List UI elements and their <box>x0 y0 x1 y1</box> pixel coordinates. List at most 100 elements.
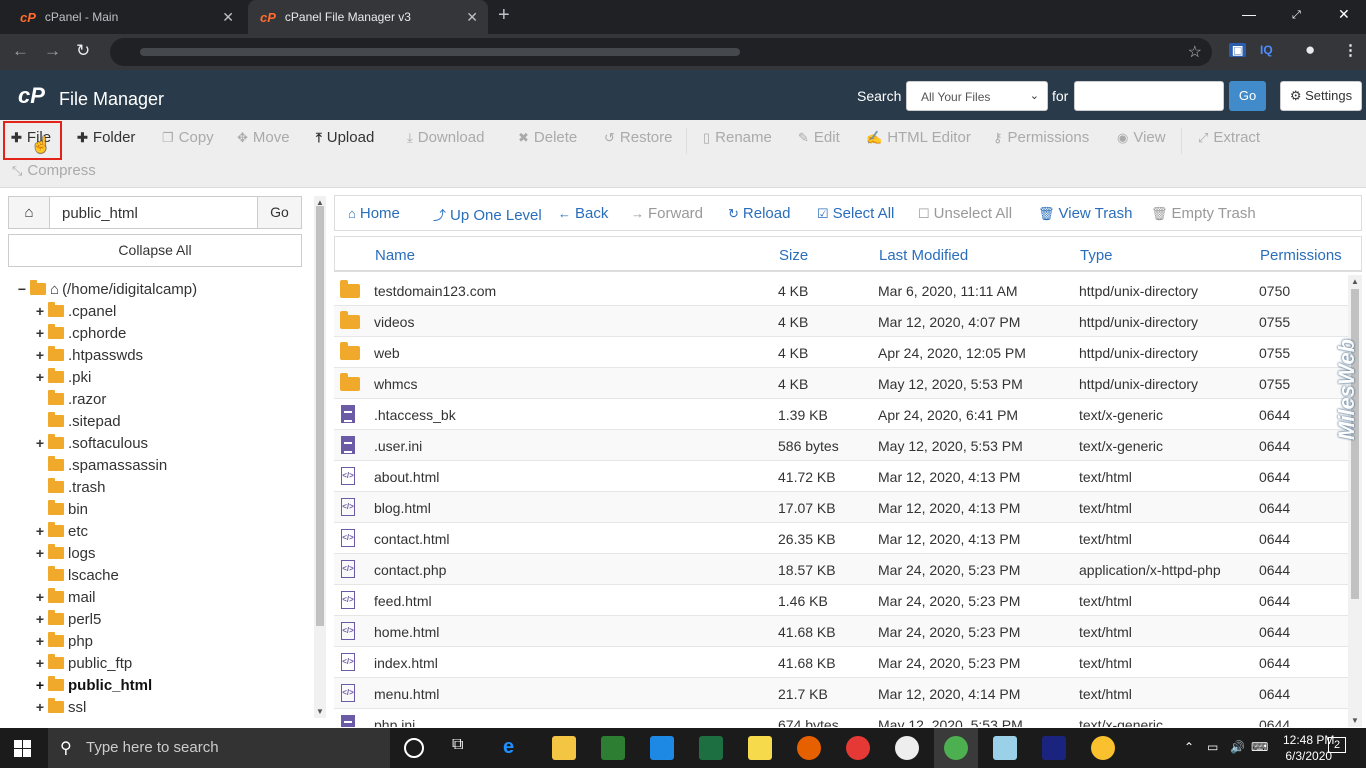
back-arrow-icon[interactable]: ← <box>12 41 29 61</box>
expand-icon[interactable]: + <box>34 435 46 451</box>
reload-icon[interactable]: ↻ <box>76 41 90 61</box>
tree-root[interactable]: − ⌂ (/home/idigitalcamp) <box>16 278 197 300</box>
path-go-button[interactable]: Go <box>257 196 302 229</box>
collapse-all-button[interactable]: Collapse All <box>8 234 302 267</box>
delete-button[interactable]: ✖ Delete <box>518 129 577 149</box>
select-all-button[interactable]: ☑ Select All <box>817 205 894 222</box>
store-icon[interactable] <box>601 736 625 760</box>
language-icon[interactable]: ⌨ <box>1251 740 1268 754</box>
taskbar-clock[interactable]: 12:48 PM 6/3/2020 <box>1283 732 1334 764</box>
tree-item[interactable]: + mail <box>34 586 96 608</box>
profile-icon[interactable]: ● <box>1305 40 1315 60</box>
notifications-icon[interactable]: 2 <box>1328 737 1347 753</box>
copy-button[interactable]: ❐ Copy <box>162 129 214 149</box>
expand-icon[interactable]: + <box>34 611 46 627</box>
rename-button[interactable]: ▯ Rename <box>703 129 772 149</box>
tree-item[interactable]: .sitepad <box>34 410 121 432</box>
tree-item[interactable]: .spamassassin <box>34 454 167 476</box>
expand-icon[interactable]: + <box>34 523 46 539</box>
expand-icon[interactable]: + <box>34 347 46 363</box>
column-type[interactable]: Type <box>1080 247 1113 264</box>
reload-button[interactable]: ↻ Reload <box>728 205 790 222</box>
empty-trash-button[interactable]: 🗑 Empty Trash <box>1151 205 1256 222</box>
extension-icon[interactable]: ▣ <box>1229 43 1247 57</box>
edit-button[interactable]: ✎ Edit <box>798 129 840 149</box>
download-button[interactable]: ⤓ Download <box>407 129 484 149</box>
expand-icon[interactable]: + <box>34 589 46 605</box>
expand-icon[interactable]: + <box>34 677 46 693</box>
forward-arrow-icon[interactable]: → <box>44 41 61 61</box>
tree-item[interactable]: + .pki <box>34 366 91 388</box>
chrome-icon[interactable] <box>1091 736 1115 760</box>
excel-icon[interactable] <box>699 736 723 760</box>
view-button[interactable]: ◉ View <box>1117 129 1166 149</box>
scroll-down-icon[interactable]: ▼ <box>316 707 324 716</box>
table-row[interactable]: testdomain123.com 4 KB Mar 6, 2020, 11:11 … <box>334 275 1348 306</box>
settings-button[interactable]: ⚙ Settings <box>1280 81 1362 111</box>
tree-item[interactable]: bin <box>34 498 88 520</box>
tree-scrollbar[interactable]: ▲ ▼ <box>314 196 326 718</box>
search-go-button[interactable]: Go <box>1229 81 1266 111</box>
tree-item[interactable]: + public_ftp <box>34 652 132 674</box>
address-bar[interactable]: ☆ <box>110 38 1212 66</box>
browser-tab-file-manager[interactable]: cP cPanel File Manager v3 ✕ <box>248 0 488 34</box>
tree-item[interactable]: + logs <box>34 542 96 564</box>
compress-button[interactable]: ⤡ Compress <box>12 162 96 182</box>
remote-icon[interactable] <box>1042 736 1066 760</box>
column-size[interactable]: Size <box>779 247 808 264</box>
browser-menu-icon[interactable]: ⋮ <box>1343 41 1358 59</box>
window-close-icon[interactable]: ✕ <box>1338 6 1350 23</box>
windows-start-icon[interactable] <box>14 740 31 757</box>
expand-icon[interactable]: + <box>34 545 46 561</box>
restore-icon[interactable]: ⤢ <box>1292 9 1301 22</box>
mail-icon[interactable] <box>650 736 674 760</box>
minimize-icon[interactable]: — <box>1242 6 1256 22</box>
taskbar-search-box[interactable]: ⚲ Type here to search <box>48 728 390 768</box>
unselect-all-button[interactable]: ☐ Unselect All <box>918 205 1012 222</box>
table-row[interactable]: .htaccess_bk 1.39 KB Apr 24, 2020, 6:41 PM… <box>334 399 1348 430</box>
table-row[interactable]: .user.ini 586 bytes May 12, 2020, 5:53 PM t… <box>334 430 1348 461</box>
network-icon[interactable]: ▭ <box>1207 740 1218 754</box>
tray-up-arrow-icon[interactable]: ⌃ <box>1184 740 1194 754</box>
collapse-icon[interactable]: − <box>16 281 28 297</box>
tree-item[interactable]: + .softaculous <box>34 432 148 454</box>
tree-item[interactable]: .razor <box>34 388 106 410</box>
column-name[interactable]: Name <box>375 247 415 264</box>
new-tab-button[interactable]: + <box>498 4 510 27</box>
bookmark-star-icon[interactable]: ☆ <box>1188 42 1202 62</box>
scrollbar-thumb[interactable] <box>316 206 324 626</box>
browser-tab-cpanel-main[interactable]: cP cPanel - Main ✕ <box>8 0 244 34</box>
path-input[interactable]: public_html <box>49 196 258 229</box>
cortana-icon[interactable] <box>404 738 424 758</box>
table-row[interactable]: php.ini 674 bytes May 12, 2020, 5:53 PM tex… <box>334 709 1348 727</box>
tree-item[interactable]: + php <box>34 630 93 652</box>
tree-item[interactable]: + .cphorde <box>34 322 126 344</box>
table-row[interactable]: </> feed.html 1.46 KB Mar 24, 2020, 5:23 PM… <box>334 585 1348 616</box>
table-row[interactable]: </> contact.php 18.57 KB Mar 24, 2020, 5:23… <box>334 554 1348 585</box>
expand-icon[interactable]: + <box>34 655 46 671</box>
new-folder-button[interactable]: ✚ Folder <box>77 129 135 149</box>
expand-icon[interactable]: + <box>34 633 46 649</box>
table-row[interactable]: </> menu.html 21.7 KB Mar 12, 2020, 4:14 PM… <box>334 678 1348 709</box>
table-row[interactable]: </> blog.html 17.07 KB Mar 12, 2020, 4:13 P… <box>334 492 1348 523</box>
volume-icon[interactable]: 🔊 <box>1230 740 1245 754</box>
expand-icon[interactable]: + <box>34 303 46 319</box>
file-explorer-icon[interactable] <box>552 736 576 760</box>
up-one-level-button[interactable]: ⤴ Up One Level <box>433 205 542 224</box>
tree-item[interactable]: + ssl <box>34 696 86 718</box>
back-button[interactable]: ← Back <box>558 205 608 222</box>
html-editor-button[interactable]: ✍ HTML Editor <box>866 129 971 149</box>
column-last-modified[interactable]: Last Modified <box>879 247 968 264</box>
table-row[interactable]: whmcs 4 KB May 12, 2020, 5:53 PM httpd/unix… <box>334 368 1348 399</box>
table-row[interactable]: </> index.html 41.68 KB Mar 24, 2020, 5:23 … <box>334 647 1348 678</box>
expand-icon[interactable]: + <box>34 699 46 715</box>
upload-button[interactable]: ⤒ Upload <box>316 129 374 149</box>
close-tab-icon[interactable]: ✕ <box>222 9 234 26</box>
table-row[interactable]: </> contact.html 26.35 KB Mar 12, 2020, 4:1… <box>334 523 1348 554</box>
media-icon[interactable] <box>895 736 919 760</box>
table-row[interactable]: web 4 KB Apr 24, 2020, 12:05 PM httpd/unix-… <box>334 337 1348 368</box>
scroll-up-icon[interactable]: ▲ <box>1351 277 1359 286</box>
expand-icon[interactable]: + <box>34 325 46 341</box>
tree-item[interactable]: lscache <box>34 564 119 586</box>
scroll-down-icon[interactable]: ▼ <box>1351 716 1359 725</box>
